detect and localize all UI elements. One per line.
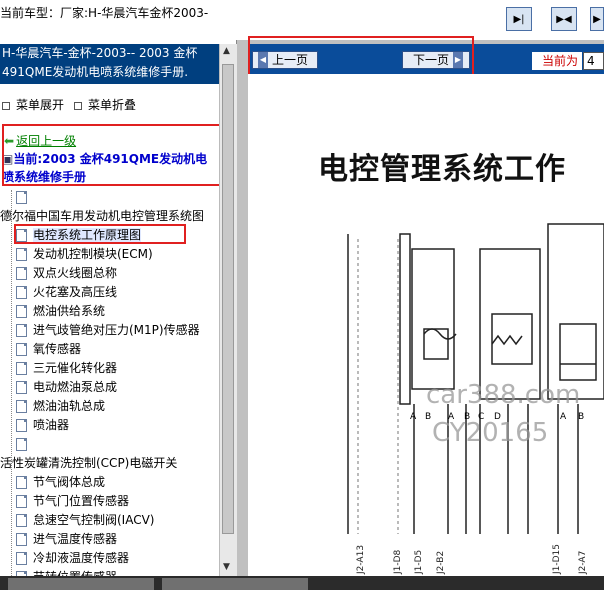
tree-item[interactable]: 进气歧管绝对压力(M1P)传感器 (16, 321, 200, 339)
top-bar: 当前车型：厂家:H-华晨汽车金杯2003- ▶| ▶◀ ▶ (0, 0, 604, 40)
menu-expand-button[interactable]: 菜单展开 (2, 96, 64, 113)
tree-item[interactable] (16, 435, 33, 453)
tree-item[interactable]: 电动燃油泵总成 (16, 378, 117, 396)
tree-item[interactable]: 燃油油轨总成 (16, 397, 105, 415)
tree-item[interactable]: 节转位置传感器 (16, 568, 117, 576)
tree-item[interactable]: 节气阀体总成 (16, 473, 105, 491)
tree-item[interactable]: 三元催化转化器 (16, 359, 117, 377)
terminal-letter: B (425, 412, 432, 422)
tree-item-label: 活性炭罐清洗控制(CCP)电磁开关 (0, 456, 178, 470)
scroll-up-icon[interactable]: ▲ (223, 46, 230, 56)
tree-item[interactable]: 氧传感器 (16, 340, 81, 358)
current-page-label: 当前为 (532, 52, 582, 70)
tree-item[interactable]: 冷却液温度传感器 (16, 549, 129, 567)
tree-item-label: 氧传感器 (33, 342, 82, 356)
tree-item[interactable]: 燃油供给系统 (16, 302, 105, 320)
fit-page-button[interactable]: ▶ (590, 7, 604, 31)
current-page-input[interactable]: 4 (583, 52, 604, 70)
tree-item[interactable]: 双点火线圈总称 (16, 264, 117, 282)
document-icon (16, 343, 27, 356)
tree-item-label: 燃油油轨总成 (33, 399, 106, 413)
document-icon (16, 286, 27, 299)
fit-page-icon: ▶ (593, 13, 601, 25)
wiring-diagram (347, 223, 604, 534)
document-icon (16, 495, 27, 508)
document-icon (16, 476, 27, 489)
tree-item-label: 三元催化转化器 (33, 361, 118, 375)
document-icon (16, 267, 27, 280)
document-icon (16, 324, 27, 337)
tree-item[interactable]: 发动机控制模块(ECM) (16, 245, 153, 263)
square-icon (2, 101, 10, 110)
document-icon (16, 191, 27, 204)
tree-item-label: 喷油器 (33, 418, 70, 432)
pin-label: J1-D15 (552, 543, 562, 574)
bottom-tab-2[interactable] (162, 578, 308, 590)
document-icon (16, 552, 27, 565)
tree-item-label: 怠速空气控制阀(IACV) (33, 513, 155, 527)
tree-item-label: 德尔福中国车用发动机电控管理系统图 (0, 209, 205, 223)
tree-item[interactable]: 德尔福中国车用发动机电控管理系统图 (0, 207, 204, 225)
tree-item[interactable]: 火花塞及高压线 (16, 283, 117, 301)
tree-item-label: 燃油供给系统 (33, 304, 106, 318)
tree-item-label: 进气歧管绝对压力(M1P)传感器 (33, 323, 200, 337)
menu-collapse-button[interactable]: 菜单折叠 (74, 96, 136, 113)
pin-label: J1-D8 (393, 549, 403, 574)
document-icon (16, 305, 27, 318)
document-icon (16, 533, 27, 546)
terminal-letter: A (560, 412, 567, 422)
document-icon (16, 400, 27, 413)
fit-width-icon: ▶◀ (556, 13, 572, 25)
tree-item[interactable]: 怠速空气控制阀(IACV) (16, 511, 155, 529)
document-icon (16, 381, 27, 394)
tree-item[interactable] (16, 188, 33, 206)
tree-item[interactable]: 节气门位置传感器 (16, 492, 129, 510)
document-icon (16, 514, 27, 527)
tree-item-label: 节气门位置传感器 (33, 494, 130, 508)
tree-item[interactable]: 喷油器 (16, 416, 69, 434)
pin-label: J2-A7 (578, 550, 588, 574)
tree-item-label: 双点火线圈总称 (33, 266, 118, 280)
tree-guide-line (11, 190, 13, 576)
document-icon (16, 438, 27, 451)
scroll-thumb[interactable] (222, 64, 234, 534)
tree-item-label: 发动机控制模块(ECM) (33, 247, 153, 261)
manual-title: H-华晨汽车-金杯-2003-- 2003 金杯491QME发动机电喷系统维修手… (0, 44, 220, 84)
document-icon (16, 419, 27, 432)
document-icon (16, 248, 27, 261)
terminal-letter: B (578, 412, 585, 422)
document-viewer: 电控管理系统工作 J2-A13 J1-D8 J1-D5 J2-B2 J1-D15… (248, 74, 604, 576)
square-icon (74, 101, 82, 110)
pin-label: J2-B2 (436, 550, 446, 574)
sidebar-scrollbar[interactable]: ▲ ▼ (219, 44, 237, 576)
sidebar: H-华晨汽车-金杯-2003-- 2003 金杯491QME发动机电喷系统维修手… (0, 40, 237, 576)
pin-label: J2-A13 (356, 544, 366, 574)
current-car-label: 当前车型：厂家:H-华晨汽车金杯2003- (0, 6, 209, 20)
tree-item-label: 火花塞及高压线 (33, 285, 118, 299)
fit-width-button[interactable]: ▶◀ (551, 7, 577, 31)
tree-item[interactable]: 活性炭罐清洗控制(CCP)电磁开关 (0, 454, 177, 472)
first-page-button[interactable]: ▶| (506, 7, 532, 31)
pin-label: J1-D5 (414, 549, 424, 574)
tree-item-label: 冷却液温度传感器 (33, 551, 130, 565)
highlight-box-current (2, 124, 228, 186)
watermark-site: car388.com (426, 380, 581, 410)
watermark-code: CY20165 (432, 418, 549, 448)
highlight-box-selected (14, 224, 186, 244)
document-icon (16, 362, 27, 375)
scroll-down-icon[interactable]: ▼ (223, 562, 230, 572)
bottom-tab-1[interactable] (8, 578, 154, 590)
bottom-scrollbar[interactable] (0, 576, 604, 590)
first-page-icon: ▶| (513, 13, 525, 25)
tree-item-label: 节气阀体总成 (33, 475, 106, 489)
tree-item-label: 电动燃油泵总成 (33, 380, 118, 394)
tree-item[interactable]: 进气温度传感器 (16, 530, 117, 548)
terminal-letter: A (410, 412, 417, 422)
tree-item-label: 进气温度传感器 (33, 532, 118, 546)
